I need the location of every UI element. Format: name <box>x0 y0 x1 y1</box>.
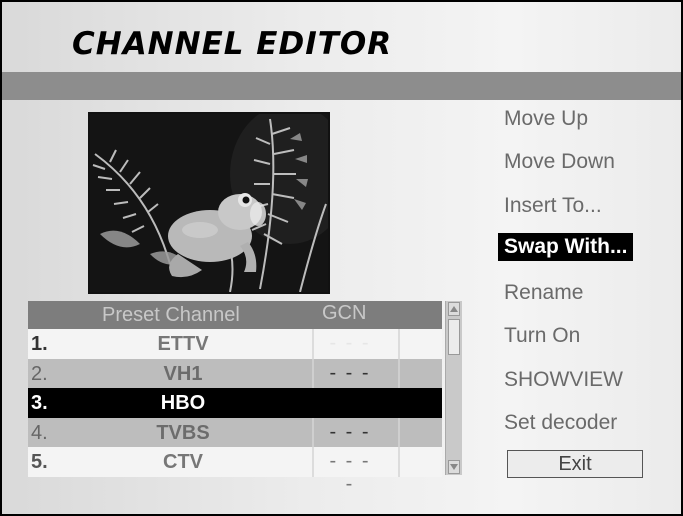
menu-item-insert-to[interactable]: Insert To... <box>498 192 608 220</box>
channel-name: HBO <box>160 392 206 414</box>
table-scrollbar[interactable] <box>445 301 462 475</box>
channel-name: TVBS <box>156 421 210 444</box>
header-gcn: GCN <box>322 302 367 324</box>
channel-name: VH1 <box>163 362 203 385</box>
page-title: CHANNEL EDITOR <box>72 26 393 62</box>
menu-item-showview[interactable]: SHOWVIEW <box>498 366 629 394</box>
triangle-up-icon <box>450 306 458 312</box>
frog-on-fern-photo <box>90 114 328 292</box>
title-band <box>2 72 681 100</box>
preset-channel-table: Preset Channel GCN 1. ETTV - - - - 2. VH… <box>28 301 442 495</box>
menu-item-move-up[interactable]: Move Up <box>498 105 594 133</box>
scroll-up-button[interactable] <box>448 302 460 316</box>
menu-item-swap-with[interactable]: Swap With... <box>498 233 634 261</box>
header-preset-channel: Preset Channel <box>102 304 240 326</box>
scroll-thumb[interactable] <box>448 319 460 355</box>
gcn-value: - - - - <box>329 450 371 495</box>
channel-editor-screen: CHANNEL EDITOR Preset Channel GCN 1. ETT… <box>0 0 683 516</box>
menu-item-rename[interactable]: Rename <box>498 279 589 307</box>
channel-name: ETTV <box>157 333 209 355</box>
table-row-selected[interactable]: 3. HBO <box>28 388 442 418</box>
table-row[interactable]: 5. CTV - - - - <box>28 447 442 495</box>
table-row[interactable]: 4. TVBS - - - - <box>28 417 442 466</box>
column-divider <box>398 329 400 359</box>
column-divider <box>398 358 400 388</box>
column-divider <box>398 417 400 447</box>
menu-item-move-down[interactable]: Move Down <box>498 148 621 176</box>
channel-preview <box>88 112 330 294</box>
table-header: Preset Channel GCN <box>28 301 442 329</box>
scroll-down-button[interactable] <box>448 460 460 474</box>
exit-button[interactable]: Exit <box>507 450 643 478</box>
table-row[interactable]: 2. VH1 - - - - <box>28 358 442 407</box>
triangle-down-icon <box>450 464 458 470</box>
table-row[interactable]: 1. ETTV - - - - <box>28 329 442 377</box>
channel-name: CTV <box>163 451 203 473</box>
menu-item-set-decoder[interactable]: Set decoder <box>498 409 623 437</box>
menu-item-turn-on[interactable]: Turn On <box>498 322 586 350</box>
column-divider <box>398 447 400 477</box>
